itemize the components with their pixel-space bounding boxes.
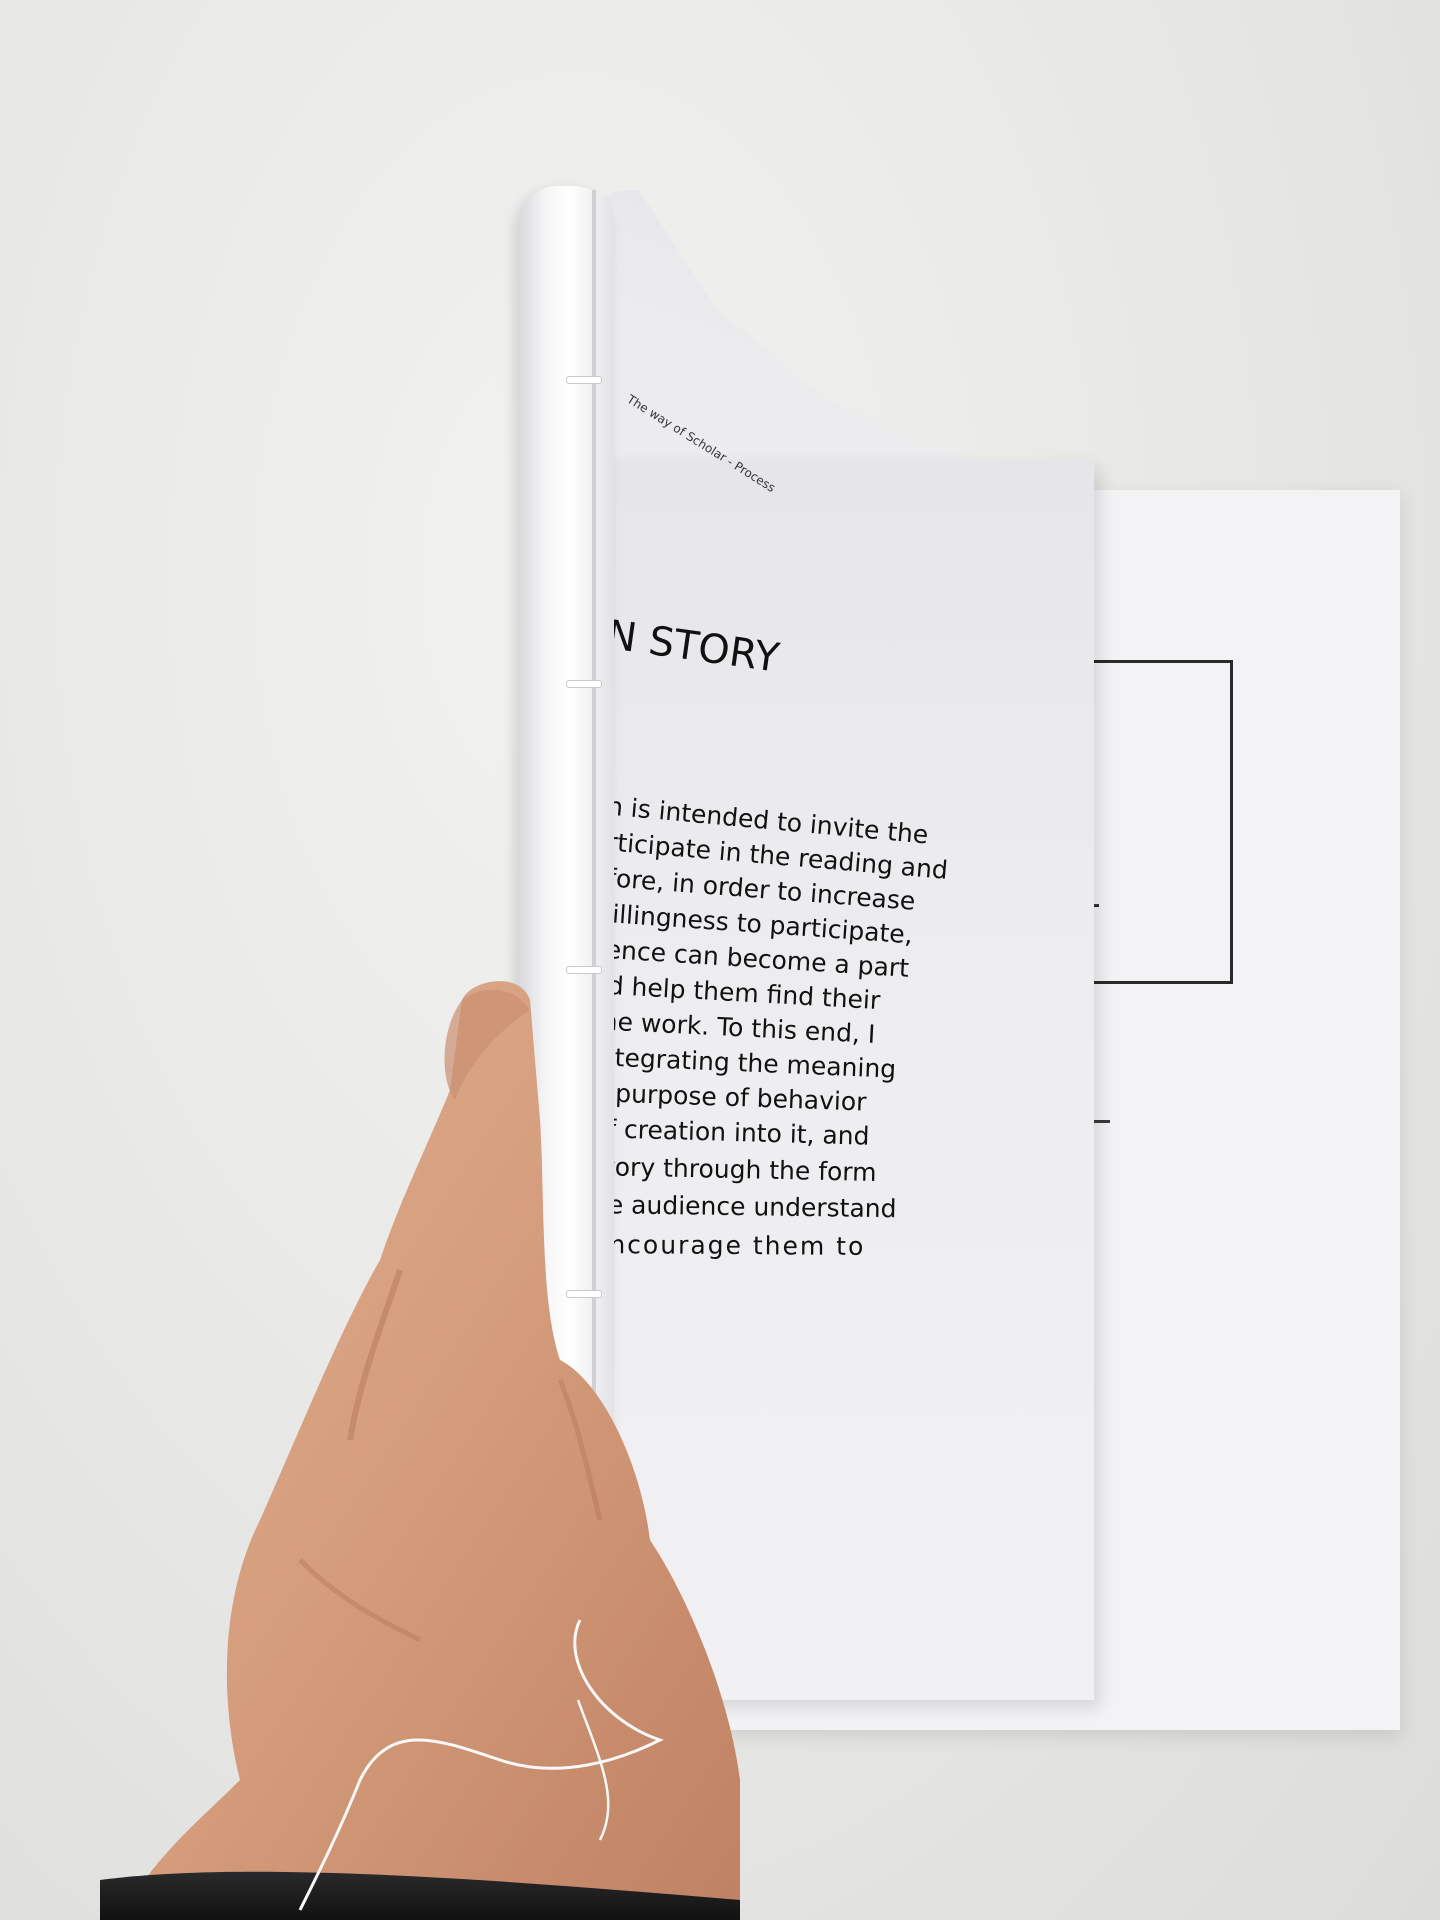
holding-hand — [100, 981, 740, 1920]
photo-scene: AY AR The way of Scholar - Process N STO… — [0, 0, 1440, 1920]
